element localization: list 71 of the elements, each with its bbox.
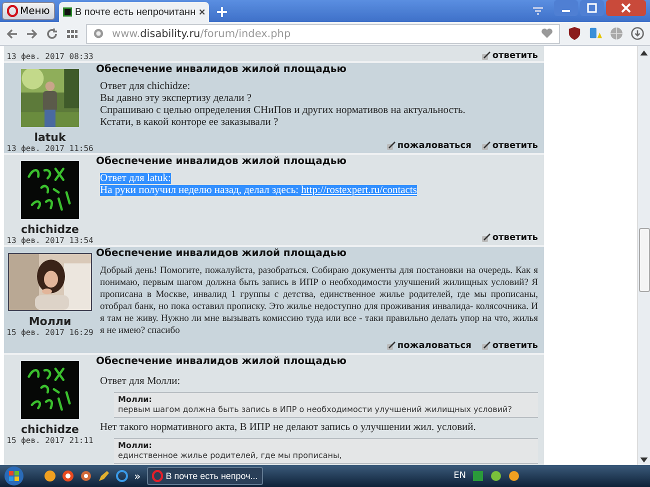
site-info-icon[interactable] — [93, 28, 104, 39]
new-tab-icon[interactable] — [216, 7, 227, 17]
scroll-up-icon[interactable] — [639, 48, 649, 58]
post-text: Ответ для Молли: — [100, 376, 180, 387]
post-text: На руки получил неделю назад, делал здесь: http://rostexpert.ru/contacts — [100, 185, 417, 196]
tray-icon[interactable] — [508, 470, 520, 482]
shield-icon[interactable] — [568, 27, 581, 40]
pencil-icon — [481, 341, 492, 351]
post-action-link[interactable]: ответить — [481, 233, 538, 243]
post-title: Обеспечение инвалидов жилой площадью — [96, 355, 348, 367]
tab-list-icon[interactable] — [532, 6, 544, 16]
scroll-thumb[interactable] — [638, 228, 650, 292]
grid-icon[interactable] — [66, 28, 78, 40]
taskbar-button[interactable]: В почте есть непроч... — [146, 467, 263, 485]
quote-author: Молли: — [118, 395, 153, 405]
quote-text: единственное жилье родителей, где мы прописаны, — [118, 451, 343, 461]
author-name[interactable]: Молли — [28, 315, 72, 328]
reload-icon[interactable] — [46, 28, 58, 40]
translate-icon[interactable] — [589, 27, 602, 40]
post-title: Обеспечение инвалидов жилой площадью — [96, 155, 348, 167]
post-text: Добрый день! Помогите, пожалуйста, разобраться. Собираю документы для постановки на очередь. Как я понимаю, первым шагом должна быть запись в ИПР о необходимости улучшений жилищных условий? Я прописана в Москве, инвалид 1 группы с детства, единственное жилье родителей, где мы прописаны, отобрал банк, но пока оставил прописку. Это жилье недоступно для проживания инвалида- колясочника. И я там не живу. Нужно ли мне вызывать комиссию туда или все - таки правильно делать упор на что, жилья я не имею? спасибо — [100, 265, 538, 337]
quote-author: Молли: — [118, 441, 153, 451]
browser-tab[interactable]: В почте есть непрочитанн — [58, 2, 209, 22]
pencil-icon[interactable] — [98, 470, 110, 482]
favicon-icon — [62, 6, 72, 18]
pencil-icon — [481, 233, 492, 243]
scrollbar[interactable] — [637, 46, 650, 465]
minimize-icon[interactable] — [554, 0, 578, 16]
post-text: Нет такого нормативного акта, В ИПР не делают запись о улучшении жил. условий. — [100, 422, 476, 433]
post-title: Обеспечение инвалидов жилой площадью — [96, 247, 348, 259]
tray-icon[interactable] — [490, 470, 502, 482]
tray-icon[interactable] — [472, 470, 484, 482]
pencil-icon — [386, 141, 396, 151]
ring-logo-icon — [152, 470, 163, 482]
post-date: 15 фев. 2017 16:29 — [6, 328, 94, 337]
author-name[interactable]: chichidze — [21, 423, 79, 436]
menu-button[interactable]: Меню — [2, 2, 55, 20]
author-name[interactable]: chichidze — [21, 223, 79, 236]
post-title: Обеспечение инвалидов жилой площадью — [96, 63, 348, 75]
close-tab-icon[interactable] — [198, 8, 205, 16]
quote-text: первым шагом должна быть запись в ИПР о необходимости улучшений жилищных условий? — [118, 405, 514, 415]
download-icon[interactable] — [631, 27, 644, 40]
author-name[interactable]: latuk — [34, 131, 66, 144]
maximize-icon[interactable] — [580, 0, 604, 16]
post-date: 15 фев. 2017 21:11 — [6, 436, 94, 445]
pencil-icon — [481, 141, 492, 151]
start-button[interactable] — [4, 466, 24, 486]
post-date: 13 фев. 2017 13:54 — [6, 236, 94, 245]
post-action-link[interactable]: ответить — [481, 51, 538, 61]
address-field[interactable]: www.disability.ru/forum/index.php — [86, 24, 560, 44]
post-text: Вы давно эту экспертизу делали ? — [100, 93, 252, 104]
post-date: 13 фев. 2017 08:33 — [6, 52, 94, 61]
ring-logo-icon — [7, 5, 18, 17]
pencil-icon — [481, 51, 492, 61]
post-text: Ответ для chichidze: — [100, 81, 190, 92]
pencil-icon — [386, 341, 396, 351]
close-icon[interactable] — [606, 0, 646, 16]
heart-icon[interactable] — [541, 28, 553, 39]
forward-icon[interactable] — [26, 28, 38, 40]
post-text: Кстати, в какой конторе ее заказывали ? — [100, 117, 278, 128]
post-date: 13 фев. 2017 11:56 — [6, 144, 94, 153]
post-text: Ответ для latuk: — [100, 173, 171, 184]
post-action-link[interactable]: пожаловаться — [386, 141, 472, 151]
post-text: Спрашиваю с целью определения СНиПов и других нормативов на актуальность. — [100, 105, 466, 116]
app-icon[interactable] — [44, 470, 56, 482]
language-indicator[interactable]: EN — [454, 471, 466, 481]
post-action-link[interactable]: ответить — [481, 141, 538, 151]
post-action-link[interactable]: ответить — [481, 341, 538, 351]
back-icon[interactable] — [6, 28, 18, 40]
post-action-link[interactable]: пожаловаться — [386, 341, 472, 351]
overflow-chevron[interactable]: » — [134, 470, 141, 482]
